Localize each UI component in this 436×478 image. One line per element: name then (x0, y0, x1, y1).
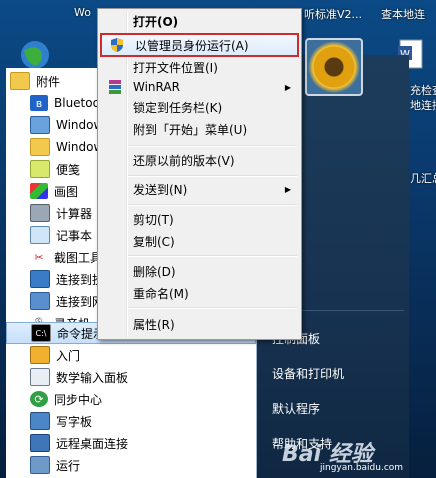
remote-desktop-icon (30, 434, 50, 452)
baidu-watermark-url: jingyan.baidu.com (320, 463, 404, 473)
bluetooth-icon: ʙ (30, 95, 48, 111)
list-item[interactable]: 数学输入面板 (6, 366, 256, 388)
context-menu: 打开(O) 以管理员身份运行(A) 打开文件位置(I) WinRAR ▶ 锁定到… (97, 8, 302, 340)
list-item-label: 计算器 (56, 206, 93, 221)
uac-shield-icon (111, 38, 123, 52)
menu-item-copy[interactable]: 复制(C) (100, 231, 299, 251)
menu-item-label: 锁定到任务栏(K) (133, 100, 223, 115)
notepad-icon (30, 226, 50, 244)
desktop-icon-label[interactable]: 地连接 (410, 97, 436, 113)
list-item-label: 运行 (56, 458, 81, 473)
window-icon (30, 116, 50, 134)
submenu-arrow-icon: ▶ (284, 184, 291, 194)
menu-item-restore-versions[interactable]: 还原以前的版本(V) (100, 150, 299, 170)
list-item[interactable]: 写字板 (6, 410, 256, 432)
menu-item-label: WinRAR (133, 80, 180, 94)
run-icon (30, 456, 50, 474)
menu-separator (128, 307, 297, 309)
menu-item-open[interactable]: 打开(O) (100, 11, 299, 31)
network-globe-icon[interactable] (18, 38, 54, 72)
list-item-label: 记事本 (56, 228, 93, 243)
menu-item-cut[interactable]: 剪切(T) (100, 209, 299, 229)
default-programs-link[interactable]: 默认程序 (272, 400, 320, 417)
calculator-icon (30, 204, 50, 222)
menu-separator (128, 204, 297, 206)
menu-item-rename[interactable]: 重命名(M) (100, 283, 299, 303)
desktop-icon-label[interactable]: 听标准V2... (304, 6, 362, 22)
menu-item-delete[interactable]: 删除(D) (100, 261, 299, 281)
menu-item-label: 打开(O) (133, 14, 179, 29)
menu-item-open-file-location[interactable]: 打开文件位置(I) (100, 57, 299, 77)
folder-icon (10, 72, 30, 90)
sticky-note-icon (30, 160, 50, 178)
list-item-label: 入门 (56, 348, 81, 363)
user-avatar[interactable] (305, 38, 363, 96)
menu-separator (128, 175, 297, 177)
list-item[interactable]: 入门 (6, 344, 256, 366)
list-item-label: 截图工具 (54, 250, 103, 265)
cmd-icon: C:\ (31, 324, 51, 342)
menu-item-label: 属性(R) (133, 317, 175, 332)
menu-item-label: 删除(D) (133, 264, 176, 279)
list-item-label: 便笺 (56, 162, 81, 177)
folder-label: 附件 (36, 74, 61, 89)
menu-item-label: 剪切(T) (133, 212, 174, 227)
list-item-label: 写字板 (56, 414, 93, 429)
start-icon (30, 346, 50, 364)
list-item[interactable]: ⟳ 同步中心 (6, 388, 256, 410)
scissors-icon: ✂ (34, 250, 44, 264)
math-input-icon (30, 368, 50, 386)
desktop-icon-label[interactable]: 充检查 (410, 82, 436, 98)
menu-item-label: 重命名(M) (133, 286, 189, 301)
menu-item-label: 还原以前的版本(V) (133, 153, 235, 168)
menu-item-label: 以管理员身份运行(A) (135, 38, 249, 53)
submenu-arrow-icon: ▶ (284, 82, 291, 92)
menu-item-label: 发送到(N) (133, 182, 188, 197)
menu-item-send-to[interactable]: 发送到(N) ▶ (100, 179, 299, 199)
sync-icon: ⟳ (30, 391, 48, 407)
list-item[interactable]: 远程桌面连接 (6, 432, 256, 454)
menu-item-properties[interactable]: 属性(R) (100, 314, 299, 334)
list-item[interactable]: 运行 (6, 454, 256, 476)
folder-icon (30, 138, 50, 156)
menu-item-run-as-admin[interactable]: 以管理员身份运行(A) (100, 33, 299, 57)
list-item-label: 同步中心 (54, 392, 103, 407)
winrar-icon (109, 80, 121, 94)
network-icon (30, 292, 50, 310)
devices-printers-link[interactable]: 设备和打印机 (272, 365, 344, 382)
menu-item-pin-start[interactable]: 附到「开始」菜单(U) (100, 119, 299, 139)
desktop-icon-label[interactable]: Wo (74, 6, 91, 19)
list-item-label: 画图 (54, 184, 79, 199)
menu-item-label: 复制(C) (133, 234, 175, 249)
desktop-icon-label[interactable]: 几汇总 (410, 170, 436, 186)
menu-separator (128, 255, 297, 257)
menu-item-winrar[interactable]: WinRAR ▶ (100, 77, 299, 97)
wordpad-icon (30, 412, 50, 430)
list-item-label: 数学输入面板 (56, 370, 129, 385)
list-item-label: 远程桌面连接 (56, 436, 129, 451)
projector-icon (30, 270, 50, 288)
menu-item-label: 打开文件位置(I) (133, 60, 218, 75)
menu-item-pin-taskbar[interactable]: 锁定到任务栏(K) (100, 97, 299, 117)
paint-icon (30, 183, 48, 199)
desktop-icon-label[interactable]: 查本地连 (381, 6, 425, 22)
menu-item-label: 附到「开始」菜单(U) (133, 122, 248, 137)
menu-separator (128, 145, 297, 147)
